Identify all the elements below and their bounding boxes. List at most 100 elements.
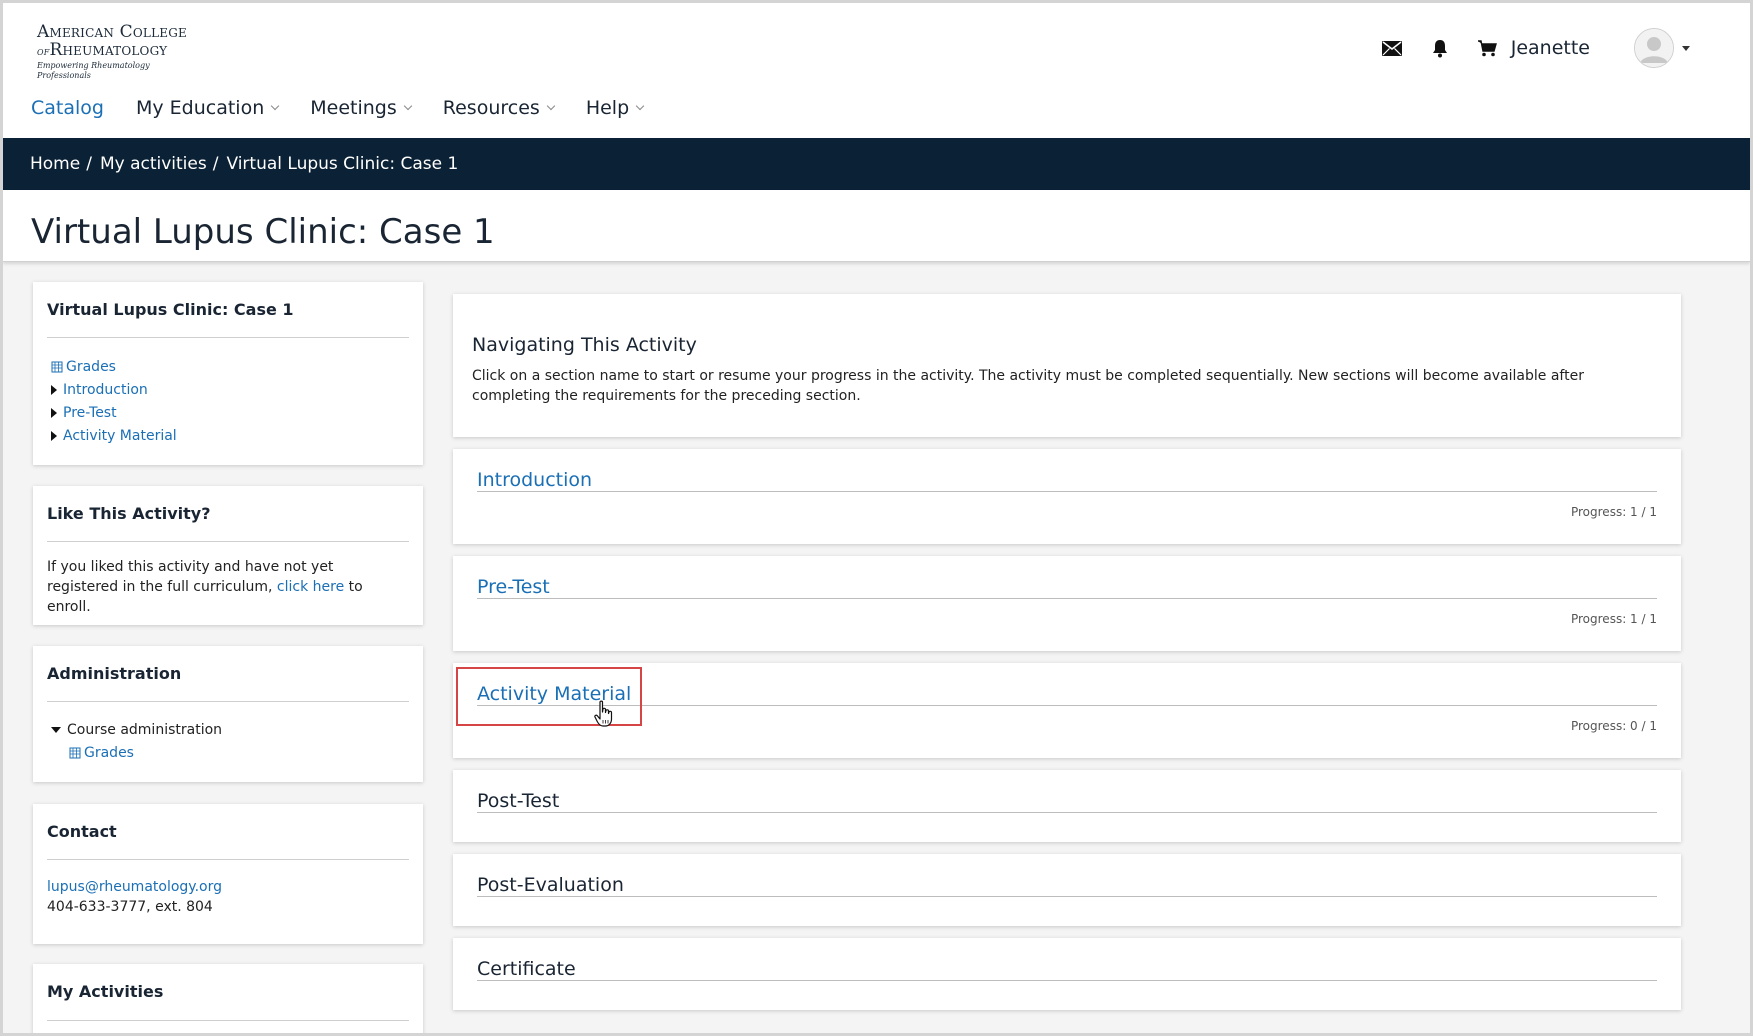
section-card-pre-test: Pre-Test Progress: 1 / 1 <box>453 556 1681 651</box>
nav-catalog[interactable]: Catalog <box>31 97 104 119</box>
section-progress: Progress: 1 / 1 <box>1570 612 1657 626</box>
nav-catalog-label: Catalog <box>31 97 104 119</box>
collapsed-arrow-icon[interactable] <box>51 431 57 441</box>
breadcrumb-separator: / <box>86 154 92 174</box>
divider <box>47 337 409 338</box>
divider <box>477 705 1657 706</box>
grades-icon <box>51 361 63 373</box>
breadcrumb: Home / My activities / Virtual Lupus Cli… <box>3 138 1750 190</box>
breadcrumb-home[interactable]: Home <box>30 154 80 174</box>
navigating-title: Navigating This Activity <box>472 334 697 356</box>
course-administration-label: Course administration <box>67 722 223 738</box>
browser-frame: American College ofRheumatology Empoweri… <box>0 0 1753 1036</box>
user-avatar[interactable] <box>1634 28 1674 68</box>
like-block-title: Like This Activity? <box>47 504 211 523</box>
course-administration-node[interactable]: Course administration <box>51 722 222 738</box>
contact-block-title: Contact <box>47 822 117 841</box>
section-card-activity-material: Activity Material Progress: 0 / 1 <box>453 663 1681 758</box>
nav-resources-label: Resources <box>442 97 540 119</box>
contact-phone: 404-633-3777, ext. 804 <box>47 899 213 915</box>
nav-meetings[interactable]: Meetings <box>310 97 413 119</box>
divider <box>477 491 1657 492</box>
course-item-introduction[interactable]: Introduction <box>51 382 148 398</box>
chevron-down-icon <box>546 101 556 111</box>
course-item-activity-material-label: Activity Material <box>63 428 177 444</box>
section-post-test: Post-Test <box>477 790 560 812</box>
section-card-certificate: Certificate <box>453 938 1681 1010</box>
section-card-post-evaluation: Post-Evaluation <box>453 854 1681 926</box>
user-menu-caret-icon[interactable] <box>1682 45 1690 51</box>
administration-block: Administration Course administration Gra… <box>33 646 423 782</box>
navigation-help-card: Navigating This Activity Click on a sect… <box>453 294 1681 437</box>
course-item-introduction-label: Introduction <box>63 382 148 398</box>
admin-item-grades-label: Grades <box>84 745 134 761</box>
divider <box>47 859 409 860</box>
section-progress: Progress: 1 / 1 <box>1570 505 1657 519</box>
contact-block: Contact lupus@rheumatology.org 404-633-3… <box>33 804 423 944</box>
divider <box>477 598 1657 599</box>
section-link-introduction[interactable]: Introduction <box>477 469 592 491</box>
course-item-pre-test[interactable]: Pre-Test <box>51 405 117 421</box>
breadcrumb-current: Virtual Lupus Clinic: Case 1 <box>226 154 459 174</box>
nav-resources[interactable]: Resources <box>442 97 556 119</box>
contact-email-link[interactable]: lupus@rheumatology.org <box>47 879 222 895</box>
chevron-down-icon <box>635 101 645 111</box>
logo-of: of <box>37 44 50 58</box>
divider <box>47 1020 409 1021</box>
nav-help-label: Help <box>585 97 630 119</box>
section-post-evaluation: Post-Evaluation <box>477 874 624 896</box>
expanded-arrow-icon[interactable] <box>51 727 61 733</box>
logo-rheumatology: Rheumatology <box>49 40 168 60</box>
admin-item-grades[interactable]: Grades <box>69 745 134 761</box>
section-certificate: Certificate <box>477 958 576 980</box>
logo-line-1: American College <box>37 22 187 42</box>
course-item-grades[interactable]: Grades <box>51 359 116 375</box>
section-link-pre-test[interactable]: Pre-Test <box>477 576 550 598</box>
cart-icon[interactable] <box>1477 37 1499 59</box>
collapsed-arrow-icon[interactable] <box>51 408 57 418</box>
section-progress: Progress: 0 / 1 <box>1570 719 1657 733</box>
course-navigation-block: Virtual Lupus Clinic: Case 1 Grades Intr… <box>33 282 423 465</box>
section-card-post-test: Post-Test <box>453 770 1681 842</box>
admin-block-title: Administration <box>47 664 182 683</box>
course-item-activity-material[interactable]: Activity Material <box>51 428 177 444</box>
user-name[interactable]: Jeanette <box>1511 37 1590 59</box>
divider <box>477 980 1657 981</box>
section-card-introduction: Introduction Progress: 1 / 1 <box>453 449 1681 544</box>
divider <box>477 896 1657 897</box>
nav-meetings-label: Meetings <box>310 97 397 119</box>
page-title: Virtual Lupus Clinic: Case 1 <box>31 212 495 252</box>
site-header: American College ofRheumatology Empoweri… <box>3 3 1750 138</box>
logo-tagline: Empowering Rheumatology Professionals <box>37 61 150 80</box>
chevron-down-icon <box>271 101 280 111</box>
like-block-text: If you liked this activity and have not … <box>47 557 405 617</box>
course-item-grades-label: Grades <box>66 359 116 375</box>
my-activities-block: My Activities <box>33 964 423 1033</box>
acr-logo[interactable]: American College ofRheumatology Empoweri… <box>37 22 197 80</box>
course-item-pre-test-label: Pre-Test <box>63 405 117 421</box>
logo-line-2: ofRheumatology <box>37 41 197 60</box>
nav-help[interactable]: Help <box>585 97 645 119</box>
hand-cursor-icon <box>594 700 616 732</box>
grades-icon <box>69 747 81 759</box>
my-activities-title: My Activities <box>47 982 164 1001</box>
contact-info: lupus@rheumatology.org 404-633-3777, ext… <box>47 877 405 917</box>
collapsed-arrow-icon[interactable] <box>51 385 57 395</box>
bell-icon[interactable] <box>1429 37 1451 59</box>
divider <box>47 701 409 702</box>
breadcrumb-separator: / <box>212 154 219 174</box>
enroll-link[interactable]: click here <box>277 579 344 595</box>
page-header: Virtual Lupus Clinic: Case 1 <box>3 190 1750 262</box>
navigating-description: Click on a section name to start or resu… <box>472 368 1584 404</box>
main-navigation: Catalog My Education Meetings Resources … <box>31 97 675 119</box>
breadcrumb-my-activities[interactable]: My activities <box>100 154 207 174</box>
mail-icon[interactable] <box>1381 37 1403 59</box>
header-utilities: Jeanette <box>1381 28 1690 68</box>
nav-my-education-label: My Education <box>135 97 265 119</box>
divider <box>47 541 409 542</box>
like-activity-block: Like This Activity? If you liked this ac… <box>33 486 423 625</box>
divider <box>477 812 1657 813</box>
course-block-title: Virtual Lupus Clinic: Case 1 <box>47 300 294 319</box>
chevron-down-icon <box>403 101 413 111</box>
nav-my-education[interactable]: My Education <box>135 97 280 119</box>
